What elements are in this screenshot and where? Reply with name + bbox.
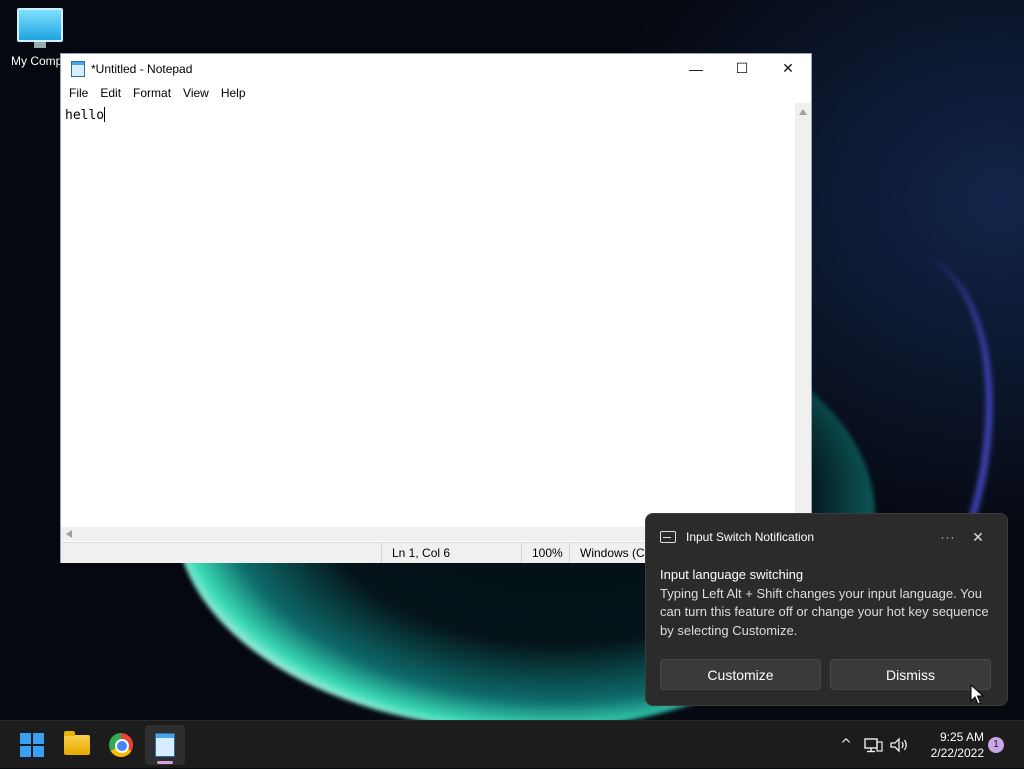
notepad-icon — [71, 60, 85, 77]
menu-file[interactable]: File — [63, 86, 94, 100]
editor-text: hello — [65, 108, 105, 123]
clock-time: 9:25 AM — [939, 730, 984, 744]
minimize-button[interactable]: — — [673, 54, 719, 83]
vertical-scrollbar[interactable] — [795, 103, 811, 527]
chrome-button[interactable] — [101, 725, 141, 765]
menu-view[interactable]: View — [177, 86, 215, 100]
tray-icons: ^ — [836, 721, 910, 769]
system-clock[interactable]: 9:25 AM 2/22/2022 — [914, 729, 984, 761]
notification-count-badge[interactable]: 1 — [988, 737, 1004, 753]
volume-icon[interactable] — [888, 736, 910, 754]
file-explorer-button[interactable] — [57, 725, 97, 765]
start-button[interactable] — [12, 725, 52, 765]
dismiss-button[interactable]: Dismiss — [830, 659, 991, 690]
customize-button[interactable]: Customize — [660, 659, 821, 690]
menu-format[interactable]: Format — [127, 86, 177, 100]
toast-close-icon[interactable]: ✕ — [963, 529, 993, 546]
close-button[interactable]: ✕ — [765, 54, 811, 83]
windows-logo-icon — [20, 733, 44, 757]
status-zoom: 100% — [521, 543, 572, 563]
text-caret — [104, 107, 106, 122]
monitor-icon — [17, 8, 63, 48]
toast-notification: Input Switch Notification ··· ✕ Input la… — [645, 513, 1008, 706]
toast-body: Input language switching Typing Left Alt… — [660, 566, 993, 640]
toast-message: Typing Left Alt + Shift changes your inp… — [660, 585, 989, 638]
show-hidden-icons-chevron-icon[interactable]: ^ — [836, 737, 856, 753]
keyboard-icon — [660, 531, 676, 543]
notepad-icon — [155, 733, 175, 757]
toast-app-name: Input Switch Notification — [686, 530, 815, 544]
toast-title: Input language switching — [660, 567, 804, 582]
folder-icon — [64, 731, 90, 755]
status-position: Ln 1, Col 6 — [381, 543, 522, 563]
chrome-icon — [109, 733, 133, 757]
notepad-title-bar[interactable]: *Untitled - Notepad — ☐ ✕ — [61, 54, 811, 83]
scroll-up-arrow-icon[interactable] — [799, 109, 807, 115]
window-title: *Untitled - Notepad — [91, 61, 193, 76]
scroll-left-arrow-icon[interactable] — [66, 530, 72, 538]
mouse-cursor-icon — [970, 684, 984, 705]
clock-date: 2/22/2022 — [930, 746, 984, 760]
notepad-taskbar-button[interactable] — [145, 725, 185, 765]
menu-help[interactable]: Help — [215, 86, 252, 100]
taskbar: ^ 9:25 AM 2/22/2022 1 — [0, 720, 1024, 768]
more-options-icon[interactable]: ··· — [933, 530, 963, 544]
menu-edit[interactable]: Edit — [94, 86, 127, 100]
menu-bar: File Edit Format View Help — [61, 83, 811, 103]
network-icon[interactable] — [862, 736, 884, 754]
maximize-button[interactable]: ☐ — [719, 54, 765, 83]
notepad-window: *Untitled - Notepad — ☐ ✕ File Edit Form… — [60, 53, 812, 563]
toast-header: Input Switch Notification ··· ✕ — [660, 528, 993, 546]
text-editor[interactable]: hello — [61, 103, 797, 527]
